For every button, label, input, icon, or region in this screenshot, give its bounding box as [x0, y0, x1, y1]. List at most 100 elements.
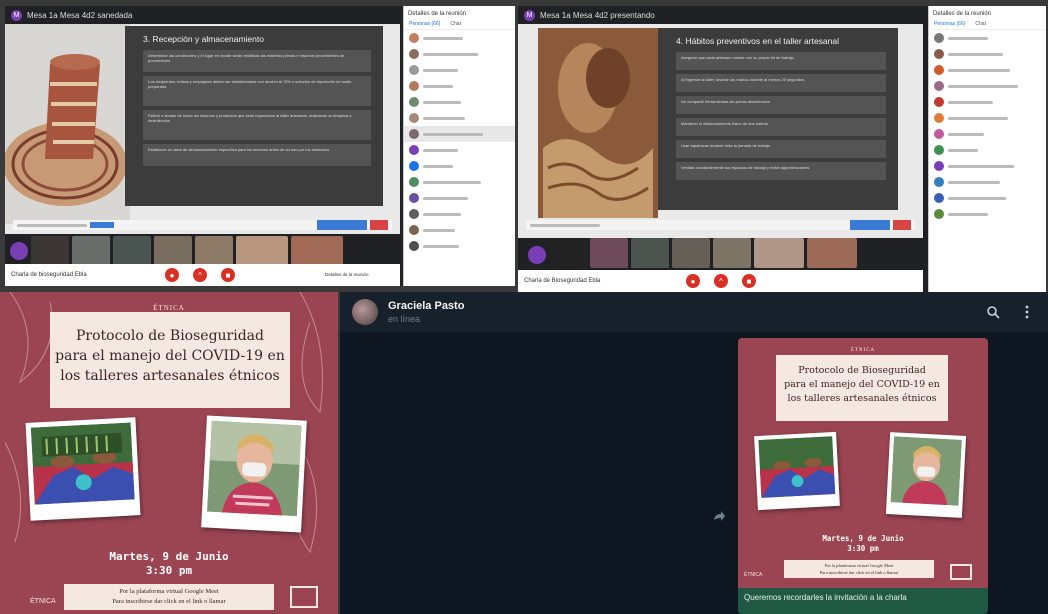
- event-date: Martes, 9 de Junio: [109, 550, 229, 563]
- participant-tile[interactable]: [154, 236, 192, 266]
- flyer-title-box: Protocolo de Bioseguridad para el manejo…: [50, 312, 290, 408]
- slide-bullet: Determinar las condiciones y el lugar en…: [143, 50, 371, 72]
- participant-row[interactable]: [404, 190, 515, 206]
- slide-bullet: Mantener el distanciamiento físico de do…: [676, 118, 886, 136]
- participant-row[interactable]: [404, 62, 515, 78]
- slide-content: 3. Recepción y almacenamiento Determinar…: [125, 26, 383, 206]
- leather-image: [538, 28, 658, 218]
- participant-row[interactable]: [404, 158, 515, 174]
- participant-row[interactable]: [404, 206, 515, 222]
- participant-row[interactable]: [404, 222, 515, 238]
- presenter-avatar: M: [524, 9, 535, 21]
- participant-row[interactable]: [404, 126, 515, 142]
- flyer-title-line: para el manejo del COVID-19 en: [784, 379, 940, 390]
- contact-name[interactable]: Graciela Pasto: [388, 300, 464, 312]
- slide-footer-bar: [526, 220, 915, 230]
- participant-row[interactable]: [929, 142, 1046, 158]
- meeting-details-sidebar: Detalles de la reunión Personas (66) Cha…: [928, 6, 1046, 292]
- participant-row[interactable]: [929, 206, 1046, 222]
- participant-row[interactable]: [404, 174, 515, 190]
- participant-tile[interactable]: [549, 238, 587, 268]
- participant-row[interactable]: [929, 126, 1046, 142]
- participant-row[interactable]: [404, 30, 515, 46]
- meeting-name[interactable]: Charla de Bioseguridad Ebla: [524, 278, 600, 284]
- flyer-brand: ÉTNICA: [850, 348, 876, 353]
- participant-tile[interactable]: [528, 246, 546, 264]
- flyer-title-line: Protocolo de Bioseguridad: [75, 328, 264, 344]
- participant-row[interactable]: [404, 94, 515, 110]
- tab-chat[interactable]: Chat: [975, 21, 986, 27]
- present-label[interactable]: Detalles de la reunión: [325, 272, 369, 277]
- meet-window-left: M Mesa 1a Mesa 4d2 sanedada 3. Recepción…: [5, 6, 515, 286]
- flyer-title-box: Protocolo de Bioseguridad para el manejo…: [776, 355, 948, 421]
- participant-tile[interactable]: [754, 238, 804, 268]
- tab-people[interactable]: Personas (66): [934, 21, 965, 27]
- participant-row[interactable]: [404, 142, 515, 158]
- participant-row[interactable]: [404, 238, 515, 254]
- hang-up-icon[interactable]: ^: [714, 274, 728, 288]
- participant-row[interactable]: [929, 78, 1046, 94]
- meeting-details-sidebar: Detalles de la reunión Personas (66) Cha…: [403, 6, 515, 286]
- participant-tile[interactable]: [807, 238, 857, 268]
- slide-bullet: Retirar e lavado de todos los insumos y …: [143, 110, 371, 140]
- event-time: 3:30 pm: [847, 544, 879, 553]
- participant-tile[interactable]: [672, 238, 710, 268]
- meet-controls-bar: Charla de Bioseguridad Ebla ● ^ ■: [518, 270, 923, 292]
- participant-tile[interactable]: [590, 238, 628, 268]
- search-icon[interactable]: [986, 305, 1000, 319]
- participant-tile[interactable]: [113, 236, 151, 266]
- event-info-box: Por la plataforma virtual Google Meet Pa…: [784, 560, 934, 578]
- participant-row[interactable]: [404, 78, 515, 94]
- presenter-title: Mesa 1a Mesa 4d2 presentando: [540, 10, 655, 20]
- ministry-logo-icon: [290, 586, 318, 608]
- slide-bullet: Los recipientes, bolsas y empaques deben…: [143, 76, 371, 106]
- participant-tile[interactable]: [236, 236, 288, 266]
- participant-tile[interactable]: [195, 236, 233, 266]
- participant-thumbnails[interactable]: [10, 236, 343, 266]
- slide-bullet: No compartir herramientas sin previa des…: [676, 96, 886, 114]
- meeting-name[interactable]: Charla de bioseguridad Ebla: [11, 272, 87, 278]
- participant-tile[interactable]: [31, 236, 69, 266]
- participant-row[interactable]: [929, 94, 1046, 110]
- camera-off-icon[interactable]: ■: [221, 268, 235, 282]
- event-info-box[interactable]: Por la plataforma virtual Google Meet Pa…: [64, 584, 274, 610]
- participant-tile[interactable]: [72, 236, 110, 266]
- hang-up-icon[interactable]: ^: [193, 268, 207, 282]
- slide-bullet: Usar tapabocas durante toda la jornada d…: [676, 140, 886, 158]
- photo-weaving: [25, 417, 141, 521]
- tab-people[interactable]: Personas (66): [409, 21, 440, 27]
- participant-tile[interactable]: [291, 236, 343, 266]
- participant-row[interactable]: [404, 46, 515, 62]
- mic-off-icon[interactable]: ●: [686, 274, 700, 288]
- participant-row[interactable]: [929, 190, 1046, 206]
- flyer-message[interactable]: ÉTNICA Protocolo de Bioseguridad para el…: [738, 338, 988, 614]
- hat-image: [5, 24, 130, 224]
- event-time: 3:30 pm: [145, 564, 193, 577]
- flyer-title-line: los talleres artesanales étnicos: [60, 368, 280, 384]
- participant-row[interactable]: [404, 110, 515, 126]
- meet-window-right: M Mesa 1a Mesa 4d2 presentando 4. Hábito…: [518, 6, 1046, 292]
- participant-tile[interactable]: [713, 238, 751, 268]
- artisan-photo: [206, 420, 302, 517]
- flyer-title-line: Protocolo de Bioseguridad: [798, 365, 926, 376]
- meet-controls-bar: Charla de bioseguridad Ebla ● ^ ■ Detall…: [5, 264, 400, 286]
- participant-row[interactable]: [929, 110, 1046, 126]
- participant-row[interactable]: [929, 158, 1046, 174]
- participant-tile[interactable]: [631, 238, 669, 268]
- flyer-title-line: los talleres artesanales étnicos: [787, 393, 937, 404]
- participant-row[interactable]: [929, 174, 1046, 190]
- camera-off-icon[interactable]: ■: [742, 274, 756, 288]
- more-vert-icon[interactable]: [1024, 304, 1030, 320]
- participant-thumbnails[interactable]: [528, 238, 857, 268]
- participant-row[interactable]: [929, 62, 1046, 78]
- mic-off-icon[interactable]: ●: [165, 268, 179, 282]
- ministry-logo-icon: [950, 564, 972, 580]
- photo-artisan: [885, 432, 967, 518]
- contact-avatar[interactable]: [352, 299, 378, 325]
- weaving-photo: [30, 422, 135, 505]
- participant-row[interactable]: [929, 30, 1046, 46]
- participant-tile[interactable]: [10, 242, 28, 260]
- tab-chat[interactable]: Chat: [450, 21, 461, 27]
- forward-icon[interactable]: [712, 510, 726, 522]
- participant-row[interactable]: [929, 46, 1046, 62]
